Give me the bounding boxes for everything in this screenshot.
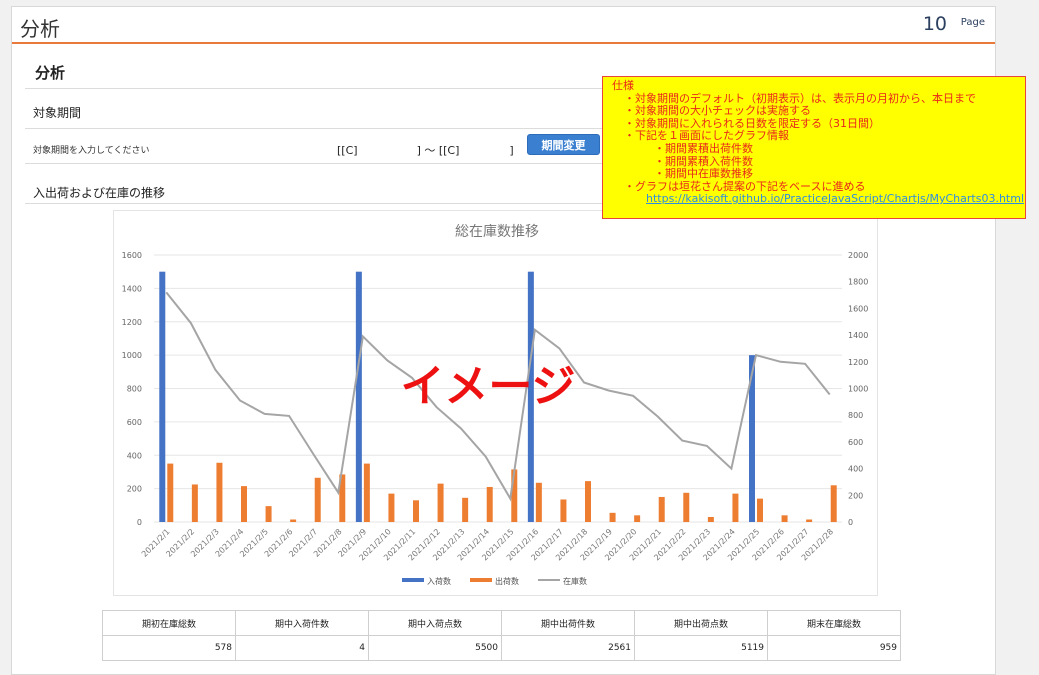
summary-value: 959 <box>767 635 901 661</box>
bar-outbound <box>486 486 493 522</box>
bar-outbound <box>363 463 370 522</box>
y-tick-left: 800 <box>127 385 142 394</box>
range-start[interactable]: [[C] <box>337 144 358 157</box>
y-tick-left: 400 <box>127 451 142 460</box>
y-tick-right: 2000 <box>848 251 868 260</box>
bar-inbound <box>355 271 362 522</box>
bar-outbound <box>265 506 272 522</box>
bar-outbound <box>462 497 469 522</box>
bar-outbound <box>560 499 567 522</box>
legend-label: 入荷数 <box>427 576 451 586</box>
bar-outbound <box>683 492 690 522</box>
range-end[interactable]: ] <box>509 144 513 157</box>
y-tick-right: 1400 <box>848 331 868 340</box>
bar-outbound <box>609 512 616 522</box>
bar-outbound <box>830 485 837 522</box>
chart-svg: 総在庫数推移 0 200 400 600 800 1000 1200 1400 1600 0 200 4… <box>122 223 869 586</box>
inventory-chart: 総在庫数推移 0 200 400 600 800 1000 1200 1400 1600 0 200 4… <box>113 210 878 596</box>
range-separator: ] ～ [[C] <box>416 144 460 157</box>
summary-header: 期中出荷点数 <box>634 610 768 636</box>
period-hint: 対象期間を入力してください <box>33 146 150 156</box>
y-tick-right: 1800 <box>848 278 868 287</box>
bar-outbound <box>806 519 813 522</box>
bar-outbound <box>290 519 297 522</box>
summary-header: 期中入荷件数 <box>235 610 369 636</box>
y-tick-left: 600 <box>127 418 142 427</box>
image-overlay-text: イメージ <box>400 361 575 412</box>
spec-line: ・期間中在庫数推移 <box>654 167 753 181</box>
summary-value: 5500 <box>368 635 502 661</box>
spec-link[interactable]: https://kakisoft.github.io/PracticeJavaS… <box>612 193 1025 206</box>
page-number: 10 <box>922 13 947 35</box>
bar-outbound <box>437 483 444 522</box>
divider <box>25 128 603 129</box>
summary-header: 期中入荷点数 <box>368 610 502 636</box>
y-tick-right: 600 <box>848 438 863 447</box>
divider <box>25 203 603 204</box>
legend-swatch-inbound <box>402 578 424 582</box>
y-tick-left: 1200 <box>122 318 142 327</box>
trend-label: 入出荷および在庫の推移 <box>33 186 166 200</box>
divider <box>25 88 603 89</box>
y-tick-left: 1400 <box>122 284 142 293</box>
bar-outbound <box>388 493 395 522</box>
y-tick-right: 1200 <box>848 358 868 367</box>
bar-outbound <box>535 482 542 522</box>
bar-outbound <box>658 496 665 522</box>
spec-note: 仕様 ・対象期間のデフォルト（初期表示）は、表示月の月初から、本日まで ・対象期… <box>602 76 1026 219</box>
divider <box>25 163 603 164</box>
y-tick-right: 800 <box>848 411 863 420</box>
chart-title: 総在庫数推移 <box>455 223 539 240</box>
bar-outbound <box>634 515 641 522</box>
date-range[interactable]: [[C] ] ～ [[C]] <box>337 142 514 158</box>
summary-header-row: 期初在庫総数 期中入荷件数 期中入荷点数 期中出荷件数 期中出荷点数 期末在庫総… <box>102 610 901 636</box>
bar-outbound <box>191 484 198 522</box>
summary-header: 期末在庫総数 <box>767 610 901 636</box>
summary-value: 5119 <box>634 635 768 661</box>
bar-outbound <box>732 493 739 522</box>
summary-value-row: 578 4 5500 2561 5119 959 <box>102 635 901 661</box>
bar-outbound <box>781 515 788 522</box>
bar-outbound <box>757 498 763 522</box>
bar-outbound <box>241 486 247 522</box>
bar-outbound <box>167 463 174 522</box>
y-tick-left: 1000 <box>122 351 142 360</box>
legend-label: 在庫数 <box>563 576 587 586</box>
spec-line: ・期間累積出荷件数 <box>654 141 753 155</box>
y-tick-right: 200 <box>848 491 863 500</box>
y-tick-left: 1600 <box>122 251 142 260</box>
y-tick-right: 0 <box>848 518 853 527</box>
bar-outbound <box>585 481 591 522</box>
page-header: 分析 10 Page <box>12 7 995 44</box>
summary-header: 期中出荷件数 <box>501 610 635 636</box>
summary-value: 578 <box>102 635 236 661</box>
y-tick-right: 1600 <box>848 304 868 313</box>
y-tick-right: 1000 <box>848 385 868 394</box>
section-title: 分析 <box>35 64 66 82</box>
bar-outbound <box>314 477 321 522</box>
bar-outbound <box>413 500 419 522</box>
bar-inbound <box>159 271 166 522</box>
legend-swatch-outbound <box>470 578 492 582</box>
bar-outbound <box>216 462 223 522</box>
y-tick-right: 400 <box>848 465 863 474</box>
spec-line: ・対象期間の大小チェックは実施する <box>624 104 811 118</box>
summary-header: 期初在庫総数 <box>102 610 236 636</box>
summary-table: 期初在庫総数 期中入荷件数 期中入荷点数 期中出荷件数 期中出荷点数 期末在庫総… <box>102 610 901 661</box>
page-title: 分析 <box>20 17 60 41</box>
summary-value: 4 <box>235 635 369 661</box>
period-label: 対象期間 <box>33 106 82 120</box>
spec-heading: 仕様 <box>612 79 634 92</box>
summary-value: 2561 <box>501 635 635 661</box>
change-period-button[interactable]: 期間変更 <box>527 134 600 155</box>
bar-outbound <box>707 516 714 522</box>
y-tick-left: 200 <box>127 485 142 494</box>
page-label: Page <box>960 17 985 28</box>
legend-label: 出荷数 <box>495 576 519 586</box>
y-tick-left: 0 <box>137 518 142 527</box>
